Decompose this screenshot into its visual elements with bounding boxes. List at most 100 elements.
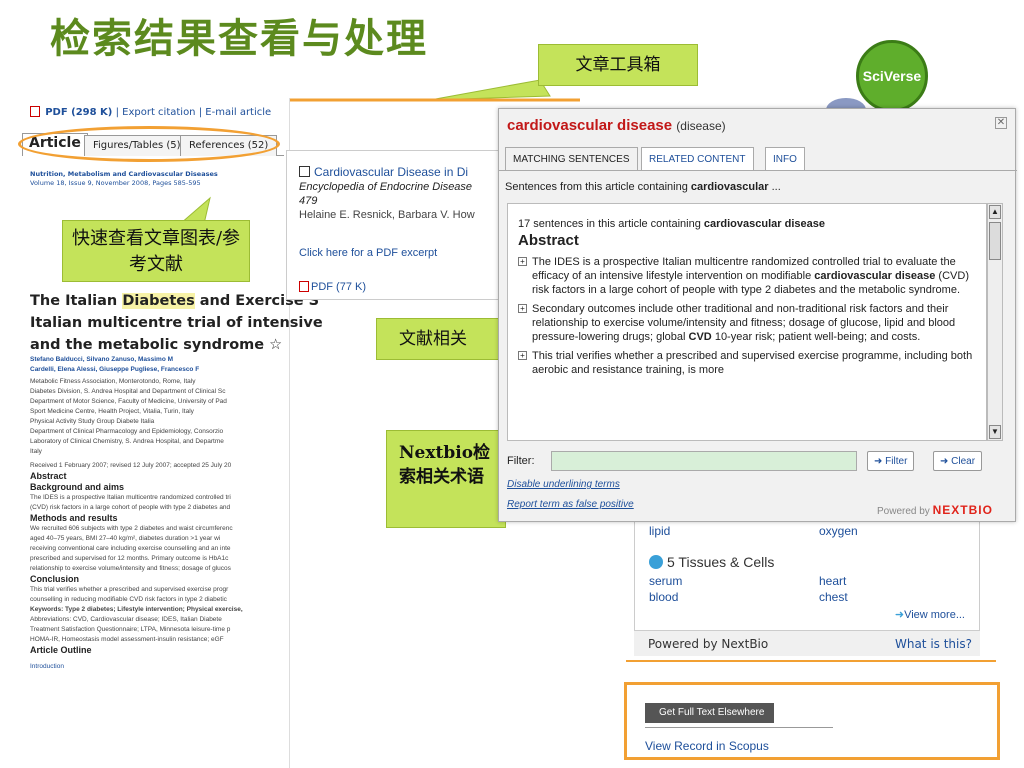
pdf-link[interactable]: PDF (298 K) [45, 107, 112, 118]
title-footnote-mark[interactable]: ☆ [269, 337, 282, 353]
methods-text: prescribed and supervised for 12 months.… [30, 555, 229, 562]
heading-text: Sentences from this article containing [505, 181, 691, 193]
title-line-2: Italian multicentre trial of intensive [30, 315, 323, 331]
clear-button[interactable]: ➜ Clear [933, 451, 983, 471]
nextbio-popup: cardiovascular disease (disease) ✕ MATCH… [498, 108, 1017, 522]
report-false-positive-link[interactable]: Report term as false positive [507, 499, 634, 510]
term-blood[interactable]: blood [649, 590, 678, 604]
orange-divider [626, 660, 996, 662]
ref-pdf-link[interactable]: PDF (77 K) [311, 281, 366, 293]
popup-title: cardiovascular disease (disease) [507, 117, 726, 134]
term-chest[interactable]: chest [819, 590, 848, 604]
disable-underlining-link[interactable]: Disable underlining terms [507, 479, 620, 490]
sentence-term: cardiovascular disease [814, 270, 936, 282]
title-line-1: The Italian Diabetes and Exercise S [30, 290, 319, 312]
authors-line[interactable]: Stefano Balducci, Silvano Zanuso, Massim… [30, 355, 286, 365]
journal-name[interactable]: Nutrition, Metabolism and Cardiovascular… [30, 170, 280, 179]
sciverse-logo: SciVerse [856, 40, 928, 112]
view-more-link[interactable]: ➜View more... [895, 608, 965, 621]
arrow-right-icon: ➜ [894, 609, 905, 621]
scopus-box: Get Full Text Elsewhere View Record in S… [624, 682, 1000, 760]
title-line-3: and the metabolic syndrome ☆ [30, 334, 288, 356]
conclusion-heading: Conclusion [30, 574, 79, 584]
title-text: The Italian [30, 293, 123, 309]
scroll-up-icon[interactable]: ▲ [989, 205, 1001, 219]
view-record-scopus-link[interactable]: View Record in Scopus [645, 739, 769, 753]
term-heart[interactable]: heart [819, 574, 846, 588]
outline-link[interactable]: Introduction [30, 662, 286, 672]
what-is-this-link[interactable]: What is this? [895, 637, 972, 651]
powered-by-nextbio: Powered by NextBio [648, 637, 769, 651]
filter-input[interactable] [551, 451, 857, 471]
sentences-scrollbar[interactable]: ▲ ▼ [987, 203, 1003, 441]
abbreviations: Treatment Satisfaction Questionnaire; LT… [30, 626, 231, 633]
term-serum[interactable]: serum [649, 574, 682, 588]
sentence-count: 17 sentences in this article containing … [518, 218, 976, 230]
pdf-icon [299, 281, 309, 292]
article-body: Stefano Balducci, Silvano Zanuso, Massim… [30, 355, 286, 672]
authors-line[interactable]: Cardelli, Elena Alessi, Giuseppe Puglies… [30, 365, 286, 375]
title-keyword[interactable]: Diabetes [122, 293, 195, 309]
expand-icon[interactable]: + [518, 257, 527, 266]
heading-term: cardiovascular [690, 181, 769, 193]
tissues-heading: 5 Tissues & Cells [649, 554, 774, 570]
abstract-text: (CVD) risk factors in a large cohort of … [30, 504, 231, 511]
affiliation: Physical Activity Study Group Diabete It… [30, 418, 155, 425]
conclusion-text: counselling in reducing modifiable CVD r… [30, 596, 227, 603]
received-dates: Received 1 February 2007; revised 12 Jul… [30, 462, 232, 469]
abstract-heading: Abstract [30, 471, 67, 481]
methods-heading: Methods and results [30, 513, 118, 523]
article-toolbar: PDF (298 K) | Export citation | E-mail a… [30, 104, 271, 118]
journal-volume: Volume 18, Issue 9, November 2008, Pages… [30, 179, 201, 187]
tabs-highlight-oval [18, 126, 280, 162]
ref-title-link[interactable]: Cardiovascular Disease in Di [314, 165, 468, 179]
ref-page: 479 [299, 195, 318, 207]
tab-info[interactable]: INFO [765, 147, 805, 171]
tab-matching-sentences[interactable]: MATCHING SENTENCES [505, 147, 638, 171]
tissue-icon [649, 555, 663, 569]
affiliation: Department of Clinical Pharmacology and … [30, 428, 224, 435]
tissues-heading-text: 5 Tissues & Cells [667, 554, 775, 570]
term-lipid[interactable]: lipid [649, 524, 670, 538]
sentences-heading: Sentences from this article containing c… [505, 181, 781, 193]
sentence-item: + This trial verifies whether a prescribe… [518, 349, 976, 377]
article-title: The Italian Diabetes and Exercise S Ital… [30, 290, 323, 356]
outline-heading: Article Outline [30, 645, 92, 655]
powered-by-text: Powered by [877, 506, 930, 517]
tab-related-content[interactable]: RELATED CONTENT [641, 147, 754, 171]
section-heading: Abstract [518, 232, 579, 249]
abbreviations: HOMA-IR, Homeostasis model assessment-in… [30, 636, 224, 643]
conclusion-text: This trial verifies whether a prescribed… [30, 586, 229, 593]
expand-icon[interactable]: + [518, 351, 527, 360]
callout-nextbio: Nextbio检索相关术语 [386, 430, 506, 528]
popup-term-type: (disease) [676, 119, 726, 133]
methods-text: We recruited 606 subjects with type 2 di… [30, 525, 233, 532]
slide: 检索结果查看与处理 SciVerse 文章工具箱 PDF (298 K) | E… [0, 0, 1024, 768]
export-citation-link[interactable]: Export citation [122, 107, 195, 118]
get-full-text-button[interactable]: Get Full Text Elsewhere [645, 703, 775, 723]
sentence-text: 10-year risk; patient well-being; and co… [711, 331, 921, 343]
expand-icon[interactable]: + [518, 304, 527, 313]
title-text: and the metabolic syndrome [30, 337, 265, 353]
popup-term: cardiovascular disease [507, 117, 673, 134]
term-oxygen[interactable]: oxygen [819, 524, 858, 538]
arrow-icon: ➜ [940, 456, 949, 467]
ref-source: Encyclopedia of Endocrine Disease [299, 181, 473, 193]
scroll-thumb[interactable] [989, 222, 1001, 260]
ref-pdf-row: PDF (77 K) [299, 279, 366, 293]
scroll-down-icon[interactable]: ▼ [989, 425, 1001, 439]
email-article-link[interactable]: E-mail article [205, 107, 271, 118]
view-more-text: View more... [904, 609, 965, 621]
arrow-icon: ➜ [874, 456, 883, 467]
sentence-term: CVD [688, 331, 712, 343]
methods-text: relationship to exercise volume/intensit… [30, 565, 231, 572]
close-icon[interactable]: ✕ [995, 117, 1007, 129]
sentence-item: + Secondary outcomes include other tradit… [518, 302, 976, 344]
filter-button[interactable]: ➜ Filter [867, 451, 915, 471]
background-heading: Background and aims [30, 482, 125, 492]
affiliation: Diabetes Division, S. Andrea Hospital an… [30, 388, 226, 395]
pdf-excerpt-link[interactable]: Click here for a PDF excerpt [299, 247, 437, 259]
gft-underline [645, 727, 833, 728]
affiliation: Italy [30, 448, 42, 455]
callout-toolbox: 文章工具箱 [538, 44, 698, 86]
